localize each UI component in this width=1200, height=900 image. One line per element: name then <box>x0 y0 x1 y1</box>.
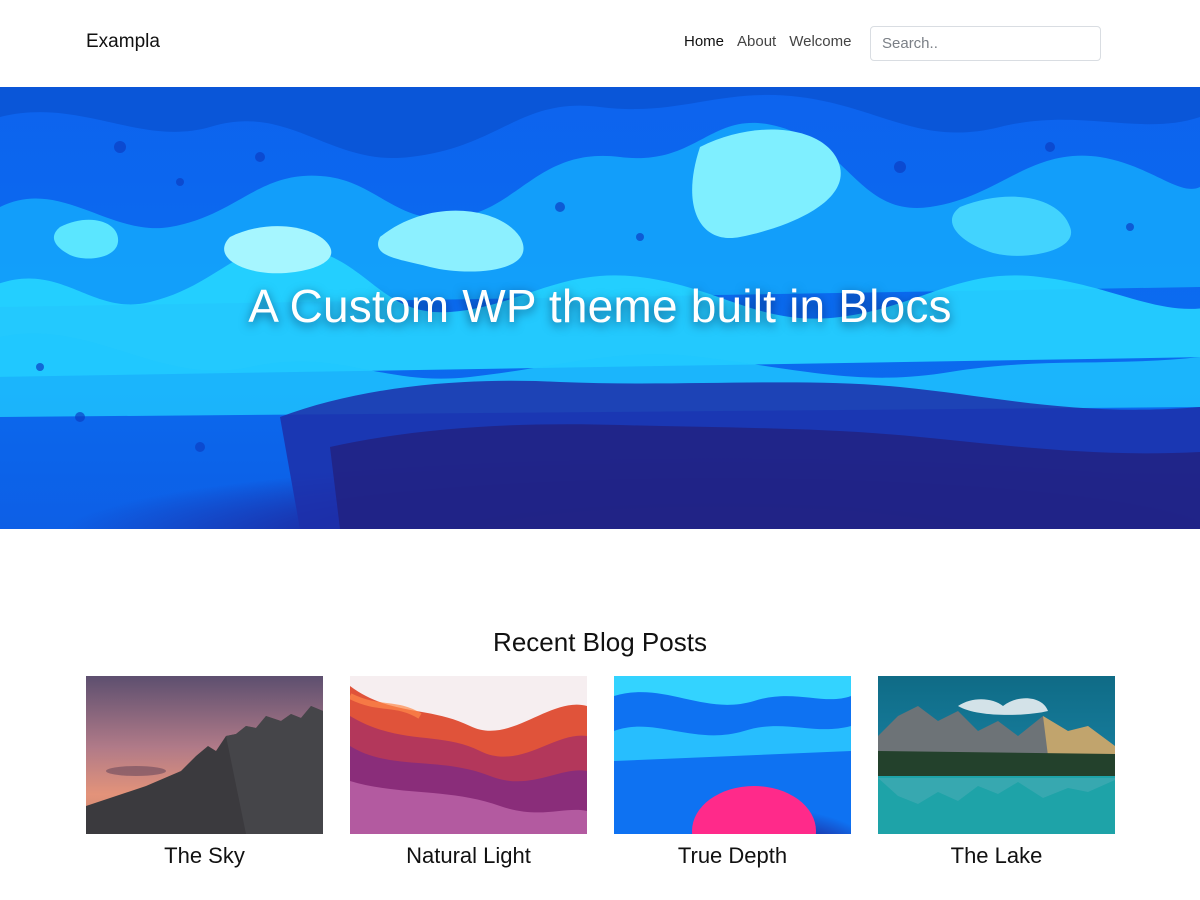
hero-background-image <box>0 87 1200 529</box>
blog-post-card[interactable]: True Depth <box>614 676 851 876</box>
post-title[interactable]: The Sky <box>86 843 323 869</box>
post-thumbnail-natural-light[interactable] <box>350 676 587 834</box>
nav-item-about[interactable]: About <box>737 33 776 50</box>
nav-item-welcome[interactable]: Welcome <box>789 33 851 50</box>
section-title: Recent Blog Posts <box>493 627 707 657</box>
main-nav: Home About Welcome <box>684 33 864 50</box>
brand-logo-link[interactable]: Exampla <box>86 31 160 53</box>
hero-banner <box>0 87 1200 529</box>
post-thumbnail-true-depth[interactable] <box>614 676 851 834</box>
site-header: Exampla Home About Welcome <box>0 0 1200 87</box>
post-thumbnail-lake[interactable] <box>878 676 1115 834</box>
search-input[interactable] <box>870 26 1101 61</box>
post-title[interactable]: The Lake <box>878 843 1115 869</box>
post-thumbnail-sky[interactable] <box>86 676 323 834</box>
post-title[interactable]: Natural Light <box>350 843 587 869</box>
blog-post-card[interactable]: Natural Light <box>350 676 587 876</box>
blog-post-card[interactable]: The Sky <box>86 676 323 876</box>
blog-posts-grid: The Sky Natural Light True Depth The Lak… <box>86 676 1115 876</box>
nav-item-home[interactable]: Home <box>684 33 724 50</box>
blog-post-card[interactable]: The Lake <box>878 676 1115 876</box>
post-title[interactable]: True Depth <box>614 843 851 869</box>
